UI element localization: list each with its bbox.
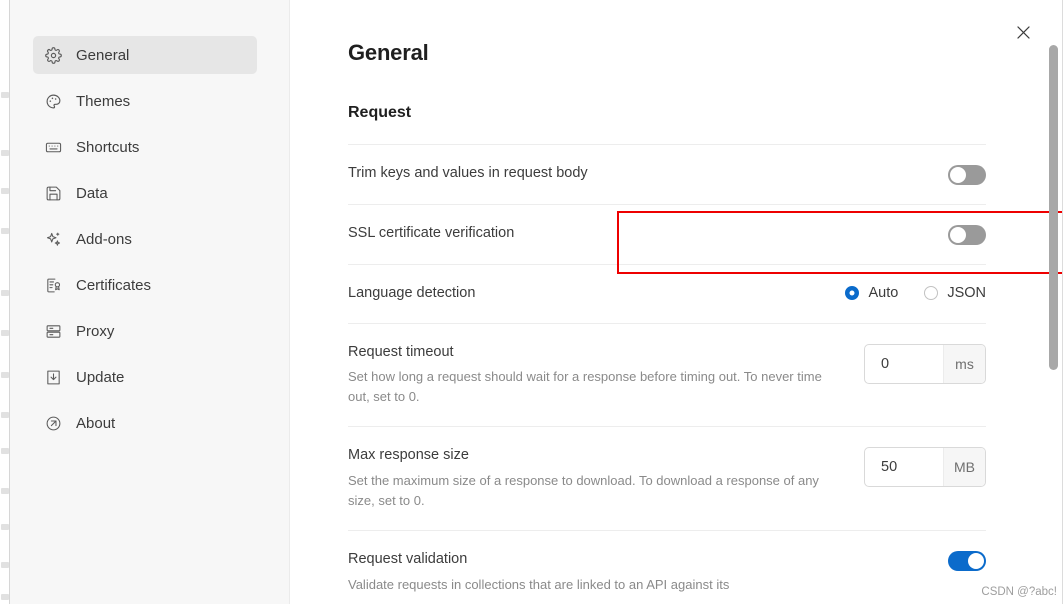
settings-sidebar: General Themes Shortcuts Data Add-ons Ce… <box>0 0 290 604</box>
setting-texts: Max response size Set the maximum size o… <box>348 446 840 511</box>
sidebar-item-data[interactable]: Data <box>33 174 257 212</box>
content-scrollbar[interactable] <box>1048 0 1060 604</box>
setting-texts: Request timeout Set how long a request s… <box>348 343 840 408</box>
setting-label: Language detection <box>348 285 476 301</box>
setting-control <box>948 164 986 185</box>
info-icon <box>45 415 62 432</box>
trim-keys-toggle[interactable] <box>948 165 986 185</box>
sidebar-item-label: Proxy <box>76 322 115 340</box>
request-timeout-field[interactable]: ms <box>864 343 986 384</box>
certificate-icon <box>45 277 62 294</box>
setting-label: Trim keys and values in request body <box>348 165 588 181</box>
max-response-size-unit: MB <box>943 448 985 487</box>
sidebar-nav-list: General Themes Shortcuts Data Add-ons Ce… <box>0 36 289 442</box>
palette-icon <box>45 93 62 110</box>
ssl-verification-toggle[interactable] <box>948 225 986 245</box>
settings-content: General Request Trim keys and values in … <box>290 0 1063 604</box>
language-detection-radio-group: Auto JSON <box>845 285 986 301</box>
backdrop-divider <box>9 0 10 604</box>
download-icon <box>45 369 62 386</box>
sidebar-item-label: Add-ons <box>76 230 132 248</box>
request-timeout-input[interactable] <box>865 344 943 383</box>
setting-control <box>948 550 986 572</box>
sidebar-item-label: About <box>76 414 116 432</box>
scrollbar-thumb[interactable] <box>1049 45 1058 370</box>
sidebar-item-add-ons[interactable]: Add-ons <box>33 220 257 258</box>
setting-description: Validate requests in collections that ar… <box>348 576 730 592</box>
setting-label: Request validation <box>348 551 468 568</box>
setting-row-trim-keys: Trim keys and values in request body <box>348 145 986 204</box>
radio-label: Auto <box>868 285 899 301</box>
sparkles-icon <box>45 231 62 248</box>
sidebar-item-shortcuts[interactable]: Shortcuts <box>33 128 257 166</box>
sidebar-item-certificates[interactable]: Certificates <box>33 266 257 304</box>
section-title-request: Request <box>348 104 412 121</box>
sidebar-item-label: General <box>76 46 130 64</box>
settings-content-inner: General Request Trim keys and values in … <box>290 0 986 604</box>
setting-description: Set how long a request should wait for a… <box>348 369 822 405</box>
close-button[interactable] <box>1012 24 1034 46</box>
setting-control: ms <box>864 343 986 384</box>
sidebar-item-proxy[interactable]: Proxy <box>33 312 257 350</box>
setting-row-request-timeout: Request timeout Set how long a request s… <box>348 324 986 427</box>
settings-window: General Themes Shortcuts Data Add-ons Ce… <box>0 0 1063 604</box>
setting-texts: Language detection <box>348 284 475 304</box>
setting-row-max-response-size: Max response size Set the maximum size o… <box>348 427 986 530</box>
setting-texts: SSL certificate verification <box>348 224 514 244</box>
setting-row-request-validation: Request validation Validate requests in … <box>348 531 986 604</box>
close-icon <box>1014 23 1033 47</box>
setting-description: Set the maximum size of a response to do… <box>348 472 819 509</box>
setting-label: Max response size <box>348 447 469 464</box>
setting-texts: Trim keys and values in request body <box>348 164 588 184</box>
page-title: General <box>348 40 429 65</box>
setting-control <box>948 224 986 245</box>
gear-icon <box>45 46 62 64</box>
setting-label: Request timeout <box>348 343 454 360</box>
sidebar-item-label: Themes <box>76 92 131 110</box>
toggle-knob <box>950 227 966 243</box>
radio-option-json[interactable]: JSON <box>924 285 986 301</box>
sidebar-item-label: Data <box>76 184 108 202</box>
keyboard-icon <box>45 139 62 156</box>
sidebar-item-about[interactable]: About <box>33 404 257 442</box>
radio-dot-icon <box>924 286 939 300</box>
sidebar-item-label: Update <box>76 368 125 386</box>
radio-option-auto[interactable]: Auto <box>845 285 898 301</box>
sidebar-item-update[interactable]: Update <box>33 358 257 396</box>
request-validation-toggle[interactable] <box>948 551 986 572</box>
sidebar-item-label: Shortcuts <box>76 138 140 156</box>
radio-label: JSON <box>947 285 986 301</box>
setting-label: SSL certificate verification <box>348 225 515 241</box>
toggle-knob <box>968 553 984 570</box>
radio-dot-icon <box>845 286 860 300</box>
server-icon <box>45 323 62 340</box>
setting-row-language-detection: Language detection Auto JSON <box>348 265 986 323</box>
setting-texts: Request validation Validate requests in … <box>348 550 729 595</box>
save-disk-icon <box>45 185 62 202</box>
sidebar-item-themes[interactable]: Themes <box>33 82 257 120</box>
max-response-size-field[interactable]: MB <box>864 447 986 488</box>
toggle-knob <box>950 167 966 183</box>
sidebar-item-general[interactable]: General <box>33 36 257 74</box>
watermark-text: CSDN @?abc! <box>981 586 1057 598</box>
sidebar-item-label: Certificates <box>76 276 152 294</box>
setting-control: Auto JSON <box>845 284 986 301</box>
setting-row-ssl-verification: SSL certificate verification <box>348 205 986 264</box>
max-response-size-input[interactable] <box>865 448 943 487</box>
setting-control: MB <box>864 446 986 488</box>
request-timeout-unit: ms <box>943 344 985 383</box>
